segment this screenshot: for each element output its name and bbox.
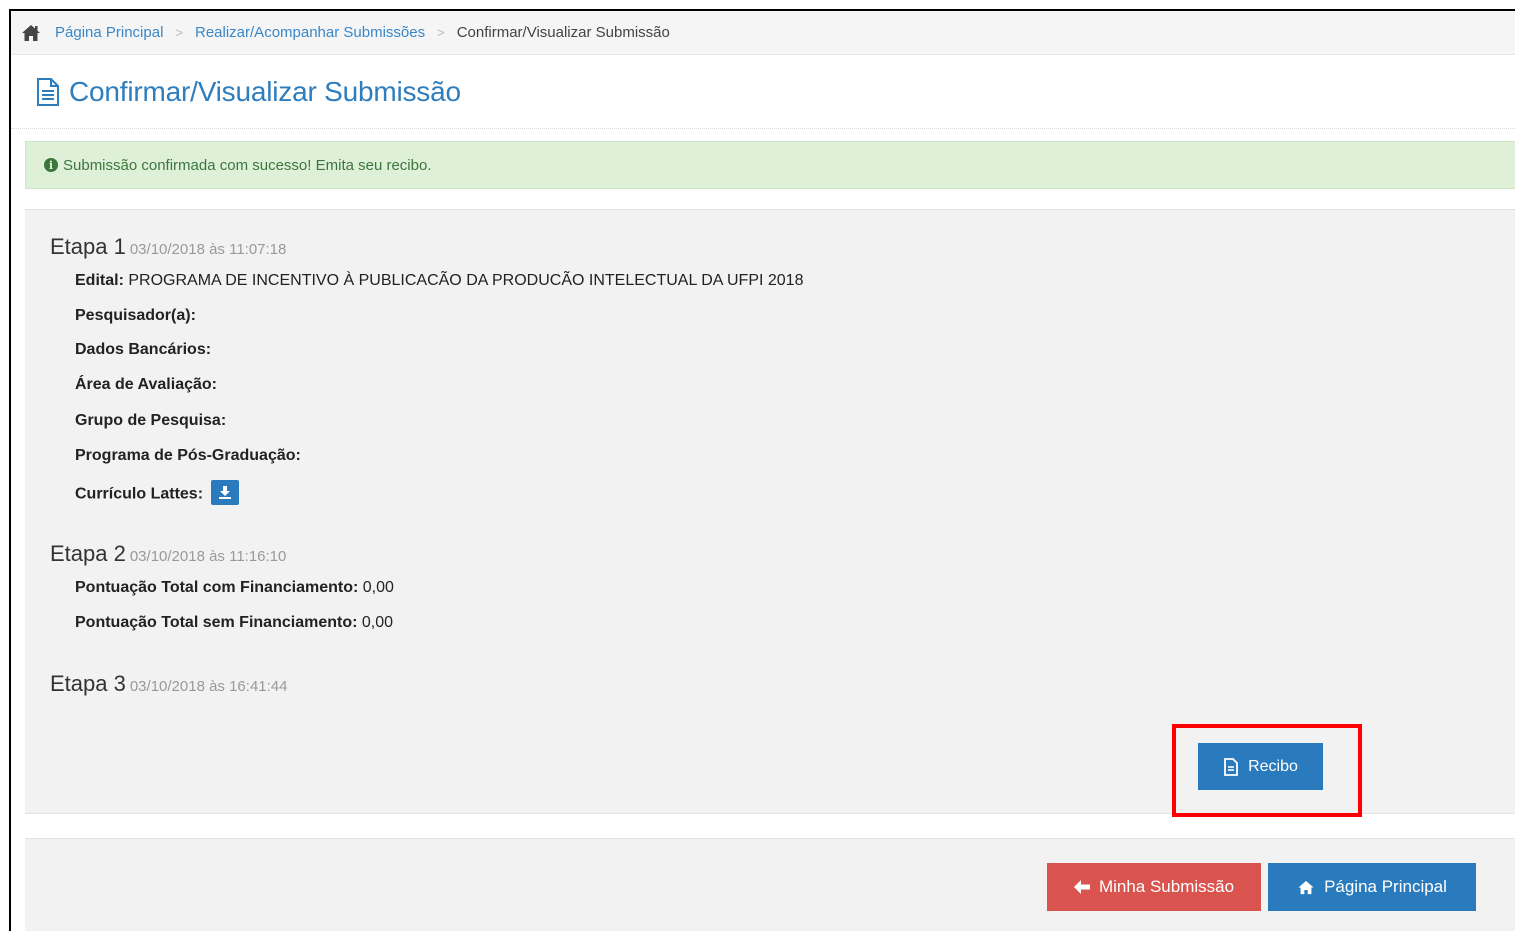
field-label: Dados Bancários: — [75, 341, 212, 358]
field-value: PROGRAMA DE INCENTIVO À PUBLICACÃO DA PR… — [128, 272, 804, 289]
page-title: Confirmar/Visualizar Submissão — [69, 75, 461, 107]
field-grupo-pesquisa: Grupo de Pesquisa: — [75, 412, 226, 430]
field-programa-pos: Programa de Pós-Graduação: — [75, 447, 301, 465]
pagina-principal-button[interactable]: Página Principal — [1268, 863, 1476, 911]
breadcrumb-submissions-link[interactable]: Realizar/Acompanhar Submissões — [195, 24, 425, 41]
field-area-avaliacao: Área de Avaliação: — [75, 376, 217, 394]
etapa-date: 03/10/2018 às 11:07:18 — [129, 241, 287, 258]
etapa-name: Etapa 2 — [50, 541, 126, 566]
field-label: Grupo de Pesquisa: — [75, 412, 227, 429]
breadcrumb-current: Confirmar/Visualizar Submissão — [456, 24, 670, 41]
page-title-bar: Confirmar/Visualizar Submissão — [11, 55, 1515, 129]
field-curriculo-lattes: Currículo Lattes: — [75, 480, 240, 507]
etapa-1-heading: Etapa 1 03/10/2018 às 11:07:18 — [50, 234, 286, 260]
success-alert: i Submissão confirmada com sucesso! Emit… — [25, 141, 1515, 189]
home-icon[interactable] — [21, 24, 41, 42]
field-dados-bancarios: Dados Bancários: — [75, 341, 211, 359]
etapa-3-heading: Etapa 3 03/10/2018 às 16:41:44 — [50, 671, 287, 697]
etapa-name: Etapa 1 — [50, 234, 126, 259]
breadcrumb-home-link[interactable]: Página Principal — [55, 24, 163, 41]
alert-message: Submissão confirmada com sucesso! Emita … — [63, 156, 432, 174]
footer-actions: Minha Submissão Página Principal — [25, 838, 1515, 931]
app-frame: Página Principal > Realizar/Acompanhar S… — [9, 9, 1515, 931]
submission-panel: Etapa 1 03/10/2018 às 11:07:18 Edital: PR… — [25, 209, 1515, 817]
etapa-date: 03/10/2018 às 16:41:44 — [129, 678, 288, 695]
etapa-2-heading: Etapa 2 03/10/2018 às 11:16:10 — [50, 541, 286, 567]
recibo-label: Recibo — [1248, 757, 1298, 775]
breadcrumb-separator: > — [437, 25, 445, 40]
field-label: Programa de Pós-Graduação: — [75, 447, 301, 464]
breadcrumb-separator: > — [175, 25, 183, 40]
etapa-date: 03/10/2018 às 11:16:10 — [129, 548, 287, 565]
field-label: Edital: — [75, 272, 124, 289]
field-value: 0,00 — [362, 579, 394, 596]
download-lattes-button[interactable] — [211, 480, 240, 505]
field-label: Área de Avaliação: — [75, 376, 217, 393]
download-icon — [219, 486, 232, 499]
field-pesquisador: Pesquisador(a): — [75, 307, 196, 325]
minha-submissao-label: Minha Submissão — [1098, 877, 1235, 896]
field-edital: Edital: PROGRAMA DE INCENTIVO À PUBLICAC… — [75, 272, 803, 290]
field-value: 0,00 — [361, 614, 394, 631]
arrow-left-icon — [1073, 880, 1090, 894]
file-icon — [1224, 757, 1238, 776]
breadcrumb: Página Principal > Realizar/Acompanhar S… — [11, 11, 1515, 55]
pagina-principal-label: Página Principal — [1324, 877, 1447, 896]
minha-submissao-button[interactable]: Minha Submissão — [1047, 863, 1261, 911]
recibo-button[interactable]: Recibo — [1198, 743, 1323, 790]
field-pontuacao-sem: Pontuação Total sem Financiamento: 0,00 — [75, 614, 393, 632]
field-label: Pontuação Total sem Financiamento: — [75, 614, 358, 631]
field-pontuacao-com: Pontuação Total com Financiamento: 0,00 — [75, 579, 394, 597]
document-icon — [37, 77, 59, 106]
field-label: Pontuação Total com Financiamento: — [75, 579, 359, 596]
home-icon — [1298, 880, 1314, 894]
info-icon: i — [44, 158, 58, 172]
field-label: Currículo Lattes: — [75, 485, 204, 503]
etapa-name: Etapa 3 — [50, 671, 126, 696]
field-label: Pesquisador(a): — [75, 307, 196, 324]
